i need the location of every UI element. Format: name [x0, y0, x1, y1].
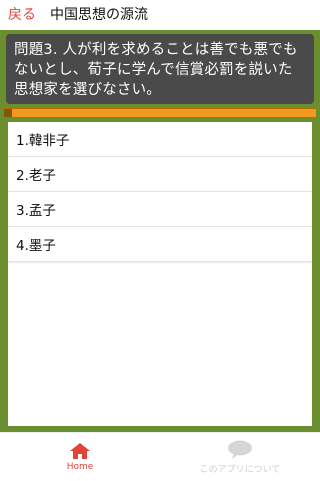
page-title: 中国思想の源流	[50, 7, 148, 23]
nav-home-label: Home	[66, 462, 94, 472]
answer-option-1[interactable]: 1.韓非子	[8, 122, 312, 157]
nav-home-button[interactable]: Home	[0, 433, 160, 481]
home-icon	[70, 443, 90, 459]
question-text: 問題3. 人が利を求めることは善でも悪でもないとし、荀子に学んで信賞必罰を説いた…	[14, 42, 298, 98]
progress-bar-marker	[4, 109, 12, 117]
nav-about-label: このアプリについて	[199, 464, 281, 475]
progress-bar	[4, 108, 316, 118]
speech-bubble-icon	[228, 440, 252, 459]
answer-option-4[interactable]: 4.墨子	[8, 227, 312, 262]
back-button[interactable]: 戻る	[8, 5, 36, 25]
top-bar: 戻る 中国思想の源流	[0, 0, 320, 30]
answer-option-2[interactable]: 2.老子	[8, 157, 312, 192]
question-box: 問題3. 人が利を求めることは善でも悪でもないとし、荀子に学んで信賞必罰を説いた…	[6, 34, 314, 104]
answer-option-3[interactable]: 3.孟子	[8, 192, 312, 227]
nav-about-button[interactable]: このアプリについて	[160, 433, 320, 481]
bottom-navigation: Home このアプリについて	[0, 432, 320, 481]
answer-panel: 1.韓非子 2.老子 3.孟子 4.墨子	[8, 122, 312, 426]
